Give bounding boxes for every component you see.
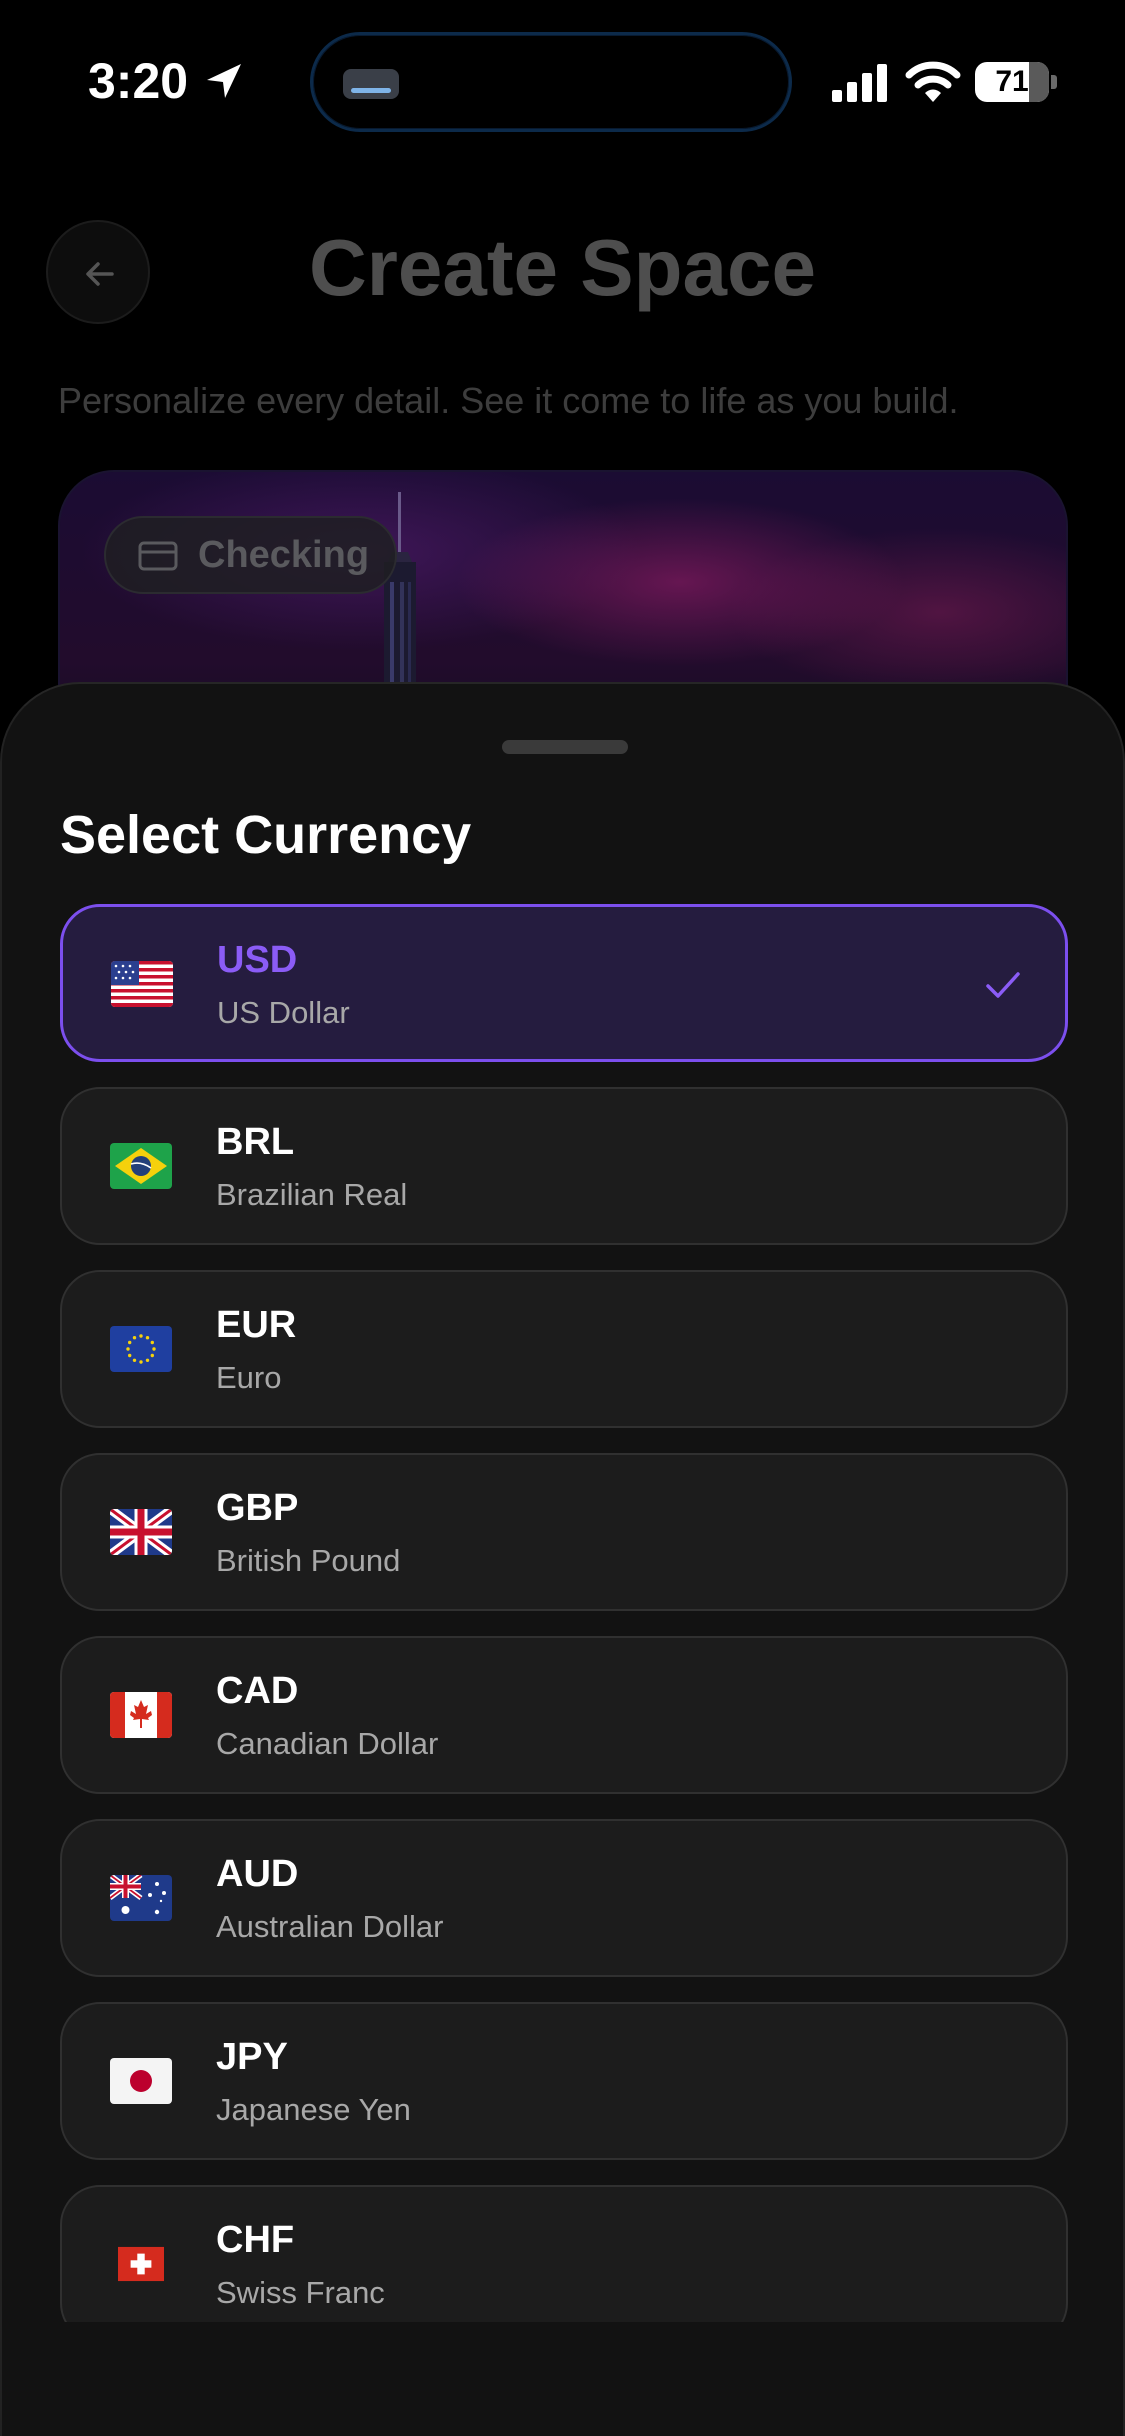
currency-option-chf[interactable]: CHF Swiss Franc	[60, 2185, 1068, 2322]
currency-option-usd[interactable]: USD US Dollar	[60, 904, 1068, 1062]
account-type-tag[interactable]: Checking	[104, 516, 398, 594]
cellular-signal-icon	[832, 64, 887, 102]
currency-option-jpy[interactable]: JPY Japanese Yen	[60, 2002, 1068, 2160]
brazil-flag-icon	[110, 1143, 172, 1189]
battery-indicator: 71	[975, 62, 1057, 102]
canada-flag-icon	[110, 1692, 172, 1738]
currency-option-gbp[interactable]: GBP British Pound	[60, 1453, 1068, 1611]
currency-name: Swiss Franc	[216, 2275, 385, 2310]
checkmark-icon	[986, 972, 1020, 998]
uk-flag-icon	[110, 1509, 172, 1555]
currency-name: US Dollar	[217, 995, 350, 1030]
battery-level: 71	[995, 65, 1029, 98]
currency-code: AUD	[216, 1853, 299, 1895]
currency-code: GBP	[216, 1487, 299, 1529]
live-activity-icon	[343, 69, 399, 99]
switzerland-flag-icon	[118, 2246, 164, 2282]
dynamic-island	[310, 32, 792, 132]
status-time: 3:20	[88, 53, 189, 109]
sheet-grabber[interactable]	[502, 740, 628, 754]
currency-name: Australian Dollar	[216, 1909, 444, 1944]
currency-option-brl[interactable]: BRL Brazilian Real	[60, 1087, 1068, 1245]
japan-flag-icon	[110, 2058, 172, 2104]
account-type-label: Checking	[198, 534, 370, 576]
currency-code: USD	[217, 939, 298, 981]
page-title: Create Space	[309, 223, 816, 312]
sheet-title: Select Currency	[60, 805, 472, 865]
status-bar: 3:20 71	[0, 0, 1125, 165]
currency-code: BRL	[216, 1121, 295, 1163]
location-arrow-icon	[207, 64, 241, 98]
currency-option-aud[interactable]: AUD Australian Dollar	[60, 1819, 1068, 1977]
currency-name: Japanese Yen	[216, 2092, 411, 2127]
currency-name: Brazilian Real	[216, 1177, 408, 1212]
currency-code: EUR	[216, 1304, 297, 1346]
eu-flag-icon	[110, 1326, 172, 1372]
currency-code: JPY	[216, 2036, 288, 2078]
australia-flag-icon	[110, 1875, 172, 1921]
battery-icon: 71	[975, 62, 1049, 102]
page-subtitle: Personalize every detail. See it come to…	[58, 380, 959, 421]
currency-name: British Pound	[216, 1543, 401, 1578]
currency-bottom-sheet: Select Currency USD US Dollar BRL Brazil…	[0, 682, 1125, 2436]
currency-option-cad[interactable]: CAD Canadian Dollar	[60, 1636, 1068, 1794]
us-flag-icon	[111, 961, 173, 1007]
currency-name: Canadian Dollar	[216, 1726, 439, 1761]
currency-list[interactable]: USD US Dollar BRL Brazilian Real EUR Eur…	[60, 904, 1068, 2322]
currency-name: Euro	[216, 1360, 282, 1395]
credit-card-icon	[138, 541, 178, 571]
currency-code: CAD	[216, 1670, 299, 1712]
currency-option-eur[interactable]: EUR Euro	[60, 1270, 1068, 1428]
currency-code: CHF	[216, 2219, 295, 2261]
wifi-icon	[905, 61, 961, 102]
